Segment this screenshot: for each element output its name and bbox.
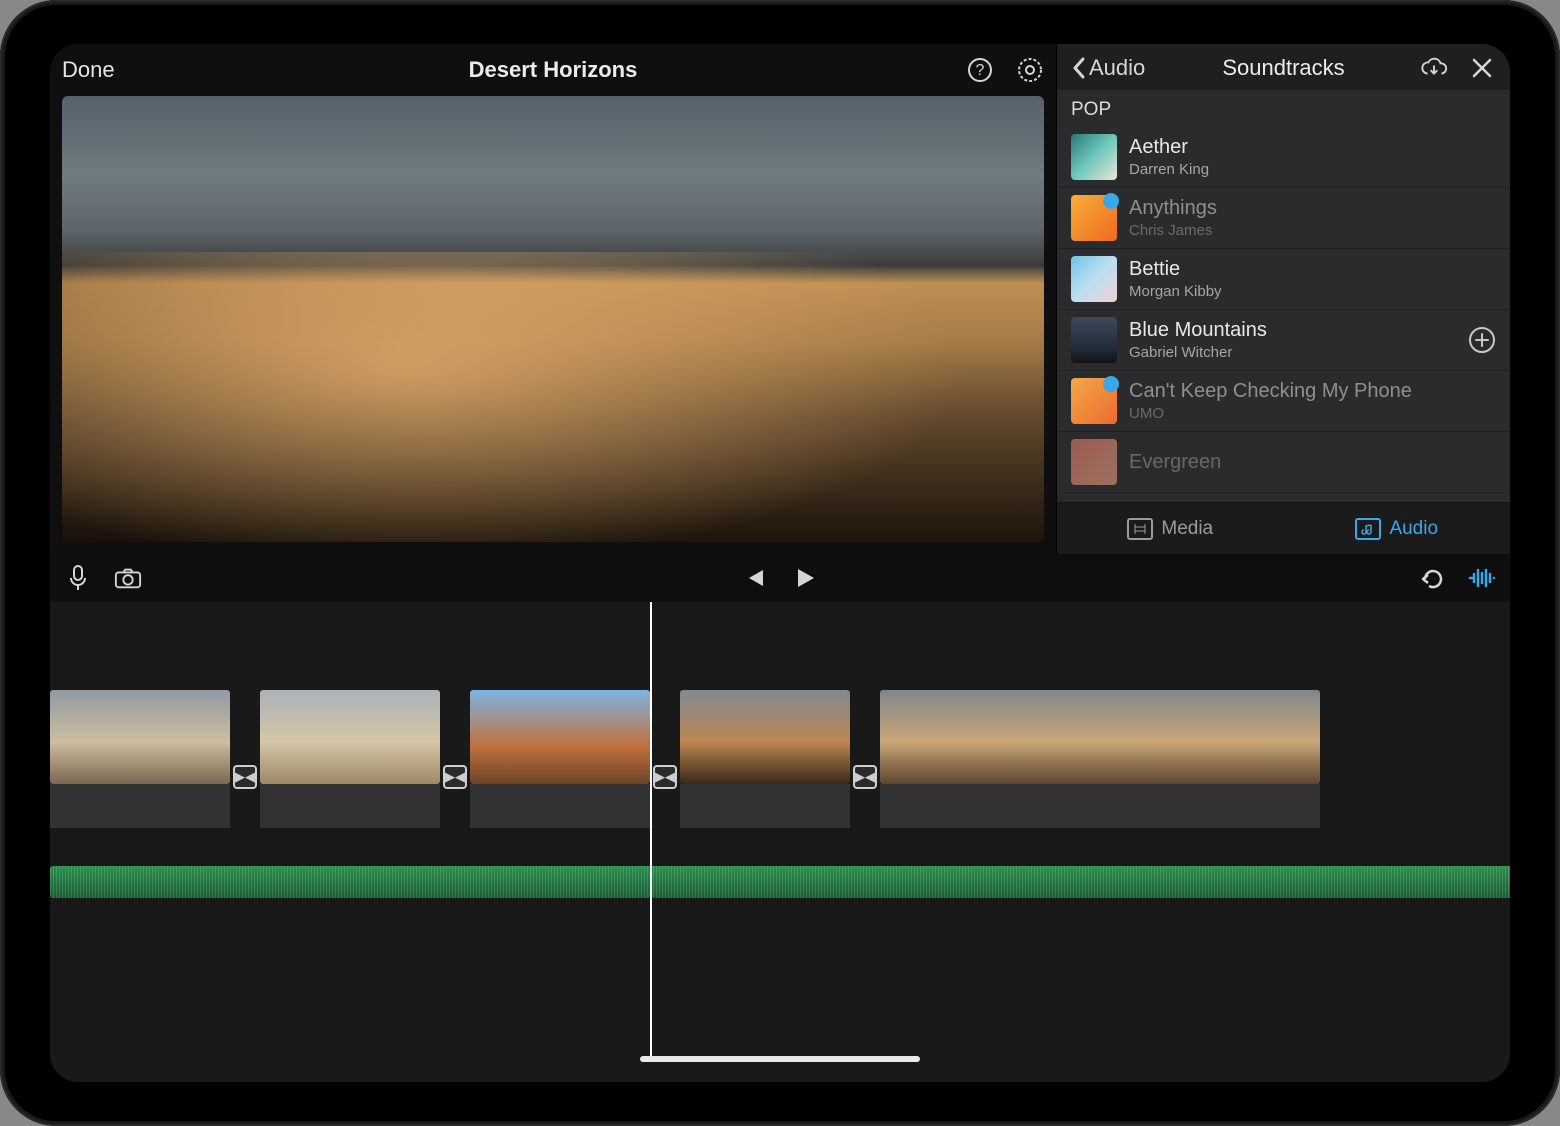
add-track-button[interactable] xyxy=(1468,326,1496,354)
tab-audio[interactable]: Audio xyxy=(1284,503,1511,554)
chevron-left-icon xyxy=(1071,57,1087,79)
transition-icon: ▶◀ xyxy=(233,765,257,789)
track-artwork xyxy=(1071,256,1117,302)
done-button[interactable]: Done xyxy=(62,57,115,83)
project-title: Desert Horizons xyxy=(469,57,638,83)
tab-audio-label: Audio xyxy=(1389,518,1438,540)
waveform-icon[interactable] xyxy=(1468,564,1496,592)
timeline[interactable]: ▶◀ ▶◀ ▶◀ ▶◀ xyxy=(50,602,1510,1082)
ipad-frame: Done Desert Horizons ? xyxy=(0,0,1560,1126)
transition-icon: ▶◀ xyxy=(853,765,877,789)
video-track[interactable]: ▶◀ ▶◀ ▶◀ ▶◀ xyxy=(50,690,1510,830)
track-title: Bettie xyxy=(1129,258,1496,281)
category-header: POP xyxy=(1057,91,1510,127)
gear-icon[interactable] xyxy=(1016,56,1044,84)
track-title: Evergreen xyxy=(1129,451,1496,474)
audio-track[interactable] xyxy=(50,866,1510,898)
camera-icon[interactable] xyxy=(114,564,142,592)
track-row[interactable]: Anythings Chris James xyxy=(1057,188,1510,249)
track-row[interactable]: Blue Mountains Gabriel Witcher xyxy=(1057,310,1510,371)
preview-pane: Done Desert Horizons ? xyxy=(50,44,1056,554)
app-screen: Done Desert Horizons ? xyxy=(50,44,1510,1082)
track-artist: Gabriel Witcher xyxy=(1129,344,1456,361)
video-preview[interactable] xyxy=(62,96,1044,542)
clip[interactable] xyxy=(880,690,1320,830)
track-artist: Morgan Kibby xyxy=(1129,283,1496,300)
track-artwork xyxy=(1071,134,1117,180)
track-artwork xyxy=(1071,378,1117,424)
transition[interactable]: ▶◀ xyxy=(440,724,470,830)
track-artist: Darren King xyxy=(1129,161,1496,178)
track-title: Can't Keep Checking My Phone xyxy=(1129,380,1496,403)
svg-text:?: ? xyxy=(976,62,985,79)
clip[interactable] xyxy=(680,690,850,830)
plus-circle-icon xyxy=(1468,326,1496,354)
skip-to-start-icon[interactable] xyxy=(740,564,768,592)
transition[interactable]: ▶◀ xyxy=(650,724,680,830)
help-icon[interactable]: ? xyxy=(966,56,994,84)
preview-header: Done Desert Horizons ? xyxy=(50,44,1056,96)
cloud-download-icon[interactable] xyxy=(1420,54,1448,82)
soundtracks-header: Audio Soundtracks xyxy=(1057,44,1510,91)
playhead[interactable] xyxy=(650,602,652,1062)
track-artwork xyxy=(1071,195,1117,241)
transition[interactable]: ▶◀ xyxy=(850,724,880,830)
microphone-icon[interactable] xyxy=(64,564,92,592)
clip[interactable] xyxy=(260,690,440,830)
transport-bar xyxy=(50,554,1510,602)
track-row[interactable]: Aether Darren King xyxy=(1057,127,1510,188)
media-icon xyxy=(1127,518,1153,540)
transition-icon: ▶◀ xyxy=(443,765,467,789)
track-artist: Chris James xyxy=(1129,222,1496,239)
track-title: Aether xyxy=(1129,136,1496,159)
track-artwork xyxy=(1071,317,1117,363)
track-list[interactable]: Aether Darren King Anythings Chris James xyxy=(1057,127,1510,502)
back-to-audio-button[interactable]: Audio xyxy=(1071,55,1145,81)
track-artist: UMO xyxy=(1129,405,1496,422)
audio-icon xyxy=(1355,518,1381,540)
undo-icon[interactable] xyxy=(1418,564,1446,592)
track-row[interactable]: Evergreen xyxy=(1057,432,1510,493)
track-title: Anythings xyxy=(1129,197,1496,220)
play-icon[interactable] xyxy=(792,564,820,592)
track-row[interactable]: Can't Keep Checking My Phone UMO xyxy=(1057,371,1510,432)
transition[interactable]: ▶◀ xyxy=(230,724,260,830)
clip[interactable] xyxy=(470,690,650,830)
track-title: Blue Mountains xyxy=(1129,319,1456,342)
tab-media[interactable]: Media xyxy=(1057,503,1284,554)
media-audio-tabs: Media Audio xyxy=(1057,502,1510,554)
tab-media-label: Media xyxy=(1161,518,1213,540)
home-indicator[interactable] xyxy=(640,1056,920,1062)
clip[interactable] xyxy=(50,690,230,830)
transition-icon: ▶◀ xyxy=(653,765,677,789)
track-artwork xyxy=(1071,439,1117,485)
track-row[interactable]: Bettie Morgan Kibby xyxy=(1057,249,1510,310)
panel-title: Soundtracks xyxy=(1222,55,1344,81)
close-icon[interactable] xyxy=(1468,54,1496,82)
back-label: Audio xyxy=(1089,55,1145,81)
soundtracks-panel: Audio Soundtracks POP xyxy=(1056,44,1510,554)
